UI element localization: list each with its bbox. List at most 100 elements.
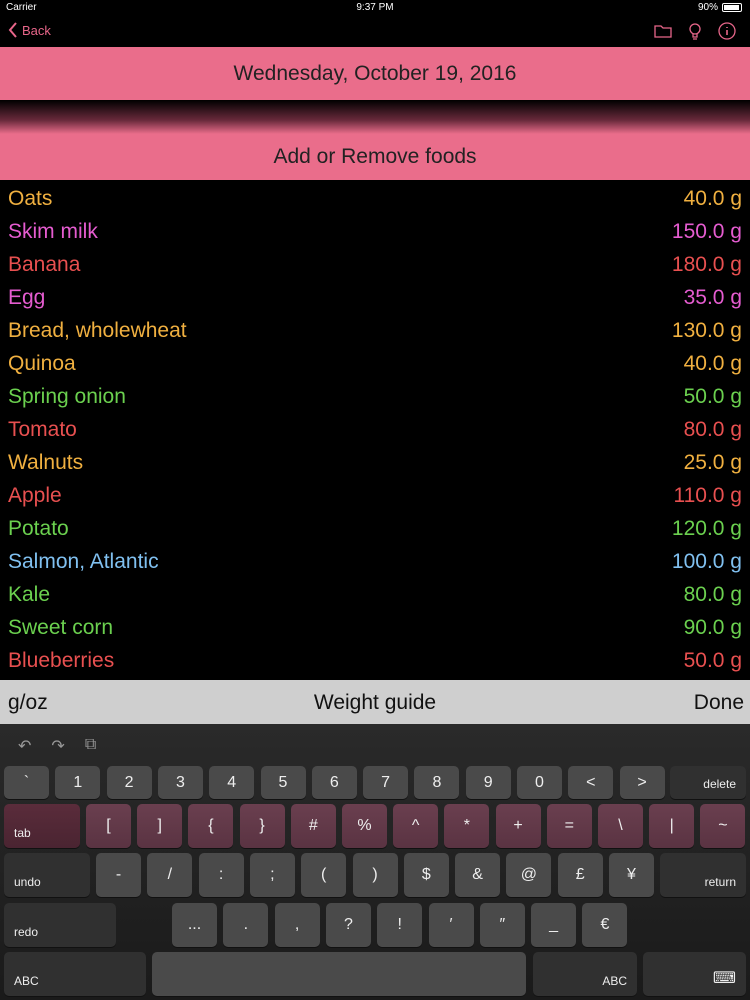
keyboard-key[interactable]: ; — [249, 853, 295, 897]
redo-key[interactable]: redo — [4, 903, 116, 947]
food-name: Skim milk — [8, 220, 98, 243]
keyboard-key[interactable]: [ — [86, 804, 131, 848]
keyboard-key[interactable]: : — [198, 853, 244, 897]
return-key[interactable]: return — [660, 853, 746, 897]
keyboard-key[interactable]: % — [342, 804, 387, 848]
keyboard-key[interactable]: 5 — [260, 766, 306, 799]
abc-key-left[interactable]: ABC — [4, 952, 146, 996]
keyboard-key[interactable]: ~ — [700, 804, 746, 848]
food-name: Salmon, Atlantic — [8, 550, 159, 573]
food-row[interactable]: Kale 80.0 g — [0, 578, 750, 611]
food-row[interactable]: Apple 110.0 g — [0, 479, 750, 512]
food-amount: 100.0 g — [671, 550, 742, 573]
keyboard-key[interactable]: ) — [352, 853, 398, 897]
food-row[interactable]: Quinoa 40.0 g — [0, 347, 750, 380]
food-row[interactable]: Bread, wholewheat 130.0 g — [0, 314, 750, 347]
folder-icon[interactable] — [654, 22, 672, 40]
undo-icon[interactable]: ↶ — [18, 736, 31, 756]
keyboard-key[interactable]: 3 — [157, 766, 203, 799]
paste-icon[interactable]: ⧉ — [85, 736, 96, 756]
undo-key[interactable]: undo — [4, 853, 90, 897]
keyboard-key[interactable]: 0 — [517, 766, 562, 799]
keyboard-key[interactable]: ′ — [428, 903, 474, 947]
keyboard-key[interactable]: 4 — [209, 766, 255, 799]
hide-keyboard-key[interactable]: ⌨ — [643, 952, 746, 996]
keyboard-key[interactable]: , — [274, 903, 320, 947]
keyboard: ↶ ↷ ⧉ ` 1 2 3 4 5 6 7 8 9 0 < > delete tab[]{} #% ^ * + = \ |… — [0, 724, 750, 1000]
keyboard-key[interactable]: £ — [557, 853, 603, 897]
food-name: Banana — [8, 253, 81, 276]
keyboard-key[interactable]: ... — [172, 903, 217, 947]
keyboard-key[interactable]: 9 — [465, 766, 511, 799]
keyboard-key[interactable]: = — [546, 804, 592, 848]
abc-key-right[interactable]: ABC — [533, 952, 637, 996]
keyboard-key[interactable]: @ — [506, 853, 552, 897]
keyboard-key[interactable]: ` — [4, 766, 49, 799]
food-name: Tomato — [8, 418, 77, 441]
keyboard-key[interactable]: + — [495, 804, 541, 848]
food-row[interactable]: Egg 35.0 g — [0, 281, 750, 314]
food-row[interactable]: Spring onion 50.0 g — [0, 380, 750, 413]
lightbulb-icon[interactable] — [686, 22, 704, 40]
keyboard-key[interactable]: 2 — [106, 766, 152, 799]
keyboard-key[interactable]: ! — [377, 903, 423, 947]
keyboard-key[interactable]: 8 — [414, 766, 460, 799]
keyboard-key[interactable]: ¥ — [609, 853, 654, 897]
food-row[interactable]: Banana 180.0 g — [0, 248, 750, 281]
status-bar: Carrier 9:37 PM 90% — [0, 0, 750, 16]
keyboard-key[interactable]: # — [290, 804, 336, 848]
keyboard-key[interactable]: / — [147, 853, 193, 897]
food-amount: 40.0 g — [683, 352, 742, 375]
food-row[interactable]: Oats 40.0 g — [0, 182, 750, 215]
food-row[interactable]: Sweet corn 90.0 g — [0, 611, 750, 644]
food-amount: 180.0 g — [671, 253, 742, 276]
keyboard-key[interactable]: . — [223, 903, 269, 947]
keyboard-key[interactable]: - — [96, 853, 141, 897]
food-row[interactable]: Walnuts 25.0 g — [0, 446, 750, 479]
food-amount: 120.0 g — [671, 517, 742, 540]
keyboard-key[interactable]: | — [649, 804, 695, 848]
food-row[interactable]: Potato 120.0 g — [0, 512, 750, 545]
delete-key[interactable]: delete — [670, 766, 746, 799]
space-key[interactable] — [152, 952, 526, 996]
keyboard-key[interactable]: ″ — [479, 903, 525, 947]
keyboard-key[interactable]: & — [455, 853, 501, 897]
food-amount: 80.0 g — [683, 583, 742, 606]
keyboard-key[interactable]: ( — [301, 853, 347, 897]
chevron-left-icon — [8, 22, 17, 38]
keyboard-key[interactable]: > — [619, 766, 665, 799]
food-amount: 40.0 g — [683, 187, 742, 210]
keyboard-key[interactable]: ^ — [393, 804, 439, 848]
food-row[interactable]: Tomato 80.0 g — [0, 413, 750, 446]
redo-icon[interactable]: ↷ — [51, 736, 64, 756]
date-header[interactable]: Wednesday, October 19, 2016 — [0, 47, 750, 100]
food-amount: 150.0 g — [671, 220, 742, 243]
weight-guide-button[interactable]: Weight guide — [0, 691, 750, 715]
header-divider — [0, 100, 750, 134]
tab-key[interactable]: tab — [4, 804, 80, 848]
keyboard-key[interactable]: ? — [325, 903, 371, 947]
food-name: Sweet corn — [8, 616, 114, 639]
food-name: Blueberries — [8, 649, 115, 672]
done-button[interactable]: Done — [694, 691, 744, 715]
keyboard-key[interactable]: * — [444, 804, 490, 848]
keyboard-key[interactable]: 1 — [55, 766, 101, 799]
food-name: Oats — [8, 187, 53, 210]
food-row[interactable]: Blueberries 50.0 g — [0, 644, 750, 677]
keyboard-key[interactable]: { — [188, 804, 234, 848]
back-button[interactable]: Back — [8, 22, 51, 38]
keyboard-key[interactable]: < — [568, 766, 614, 799]
keyboard-key[interactable]: $ — [403, 853, 449, 897]
add-remove-foods-button[interactable]: Add or Remove foods — [0, 134, 750, 180]
keyboard-key[interactable]: } — [239, 804, 285, 848]
keyboard-key[interactable]: 7 — [363, 766, 409, 799]
keyboard-key[interactable]: \ — [598, 804, 643, 848]
keyboard-key[interactable]: _ — [531, 903, 577, 947]
info-icon[interactable] — [718, 22, 736, 40]
keyboard-key[interactable]: ] — [137, 804, 183, 848]
battery-icon — [722, 3, 742, 12]
food-row[interactable]: Skim milk 150.0 g — [0, 215, 750, 248]
keyboard-key[interactable]: € — [582, 903, 628, 947]
keyboard-key[interactable]: 6 — [311, 766, 357, 799]
food-row[interactable]: Salmon, Atlantic 100.0 g — [0, 545, 750, 578]
